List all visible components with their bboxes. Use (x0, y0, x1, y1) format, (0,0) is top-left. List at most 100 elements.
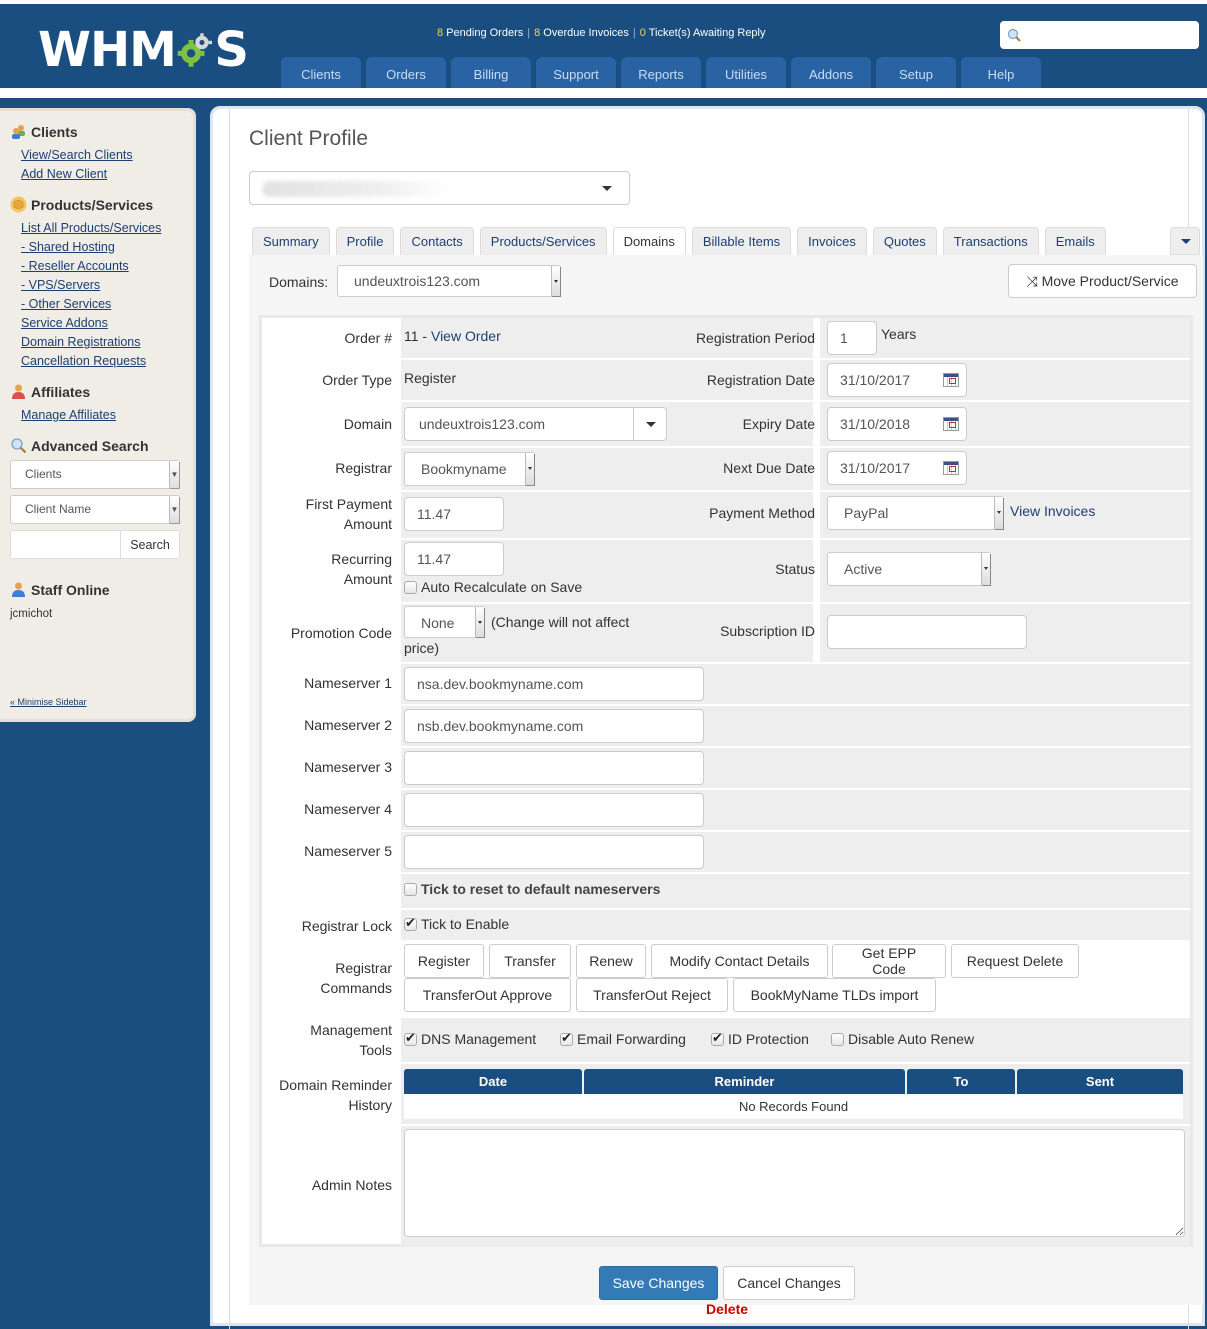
expiry-date-input[interactable]: 31/10/2018 (827, 407, 967, 441)
overdue-invoices-link[interactable]: 8 Overdue Invoices (534, 27, 629, 39)
nameserver-3-input[interactable] (404, 751, 704, 785)
tab-contacts[interactable]: Contacts (400, 227, 474, 255)
reset-nameservers-option[interactable]: Tick to reset to default nameservers (404, 881, 660, 897)
id-protection-option[interactable]: ID Protection (711, 1030, 809, 1047)
transfer-command-button[interactable]: Transfer (489, 944, 571, 978)
dns-management-option[interactable]: DNS Management (404, 1030, 536, 1047)
column-header-sent[interactable]: Sent (1017, 1069, 1183, 1094)
view-invoices-link[interactable]: View Invoices (1010, 503, 1095, 519)
sidebar-service-addons[interactable]: Service Addons (21, 314, 193, 333)
recurring-amount-input[interactable] (404, 542, 504, 576)
tab-transactions[interactable]: Transactions (942, 227, 1039, 255)
registrar-select[interactable]: Bookmyname (404, 452, 535, 486)
logo-text: WHM (38, 22, 177, 78)
admin-notes-textarea[interactable] (404, 1129, 1185, 1237)
subscription-id-input[interactable] (827, 615, 1027, 649)
column-header-date[interactable]: Date (404, 1069, 582, 1094)
promotion-code-select[interactable]: None (404, 606, 485, 638)
nameserver-1-input[interactable] (404, 667, 704, 701)
first-payment-amount-input[interactable] (404, 497, 504, 531)
advanced-search-button[interactable]: Search (121, 531, 179, 558)
sidebar-vps-servers[interactable]: - VPS/Servers (21, 276, 193, 295)
nav-clients[interactable]: Clients (281, 57, 361, 92)
advanced-search-field-select[interactable]: Client Name ▼ (10, 495, 180, 524)
registrar-commands-label: Registrar Commands (320, 960, 392, 996)
column-header-reminder[interactable]: Reminder (584, 1069, 905, 1094)
registrar-lock-checkbox[interactable] (404, 915, 417, 931)
tab-domains[interactable]: Domains (612, 227, 686, 255)
more-tabs-dropdown[interactable] (1170, 227, 1200, 255)
calendar-icon[interactable] (943, 461, 959, 475)
request-delete-button[interactable]: Request Delete (951, 944, 1079, 978)
disable-auto-renew-checkbox[interactable] (831, 1033, 844, 1046)
sidebar-reseller-accounts[interactable]: - Reseller Accounts (21, 257, 193, 276)
payment-method-select[interactable]: PayPal (827, 496, 1004, 530)
nav-setup[interactable]: Setup (876, 57, 956, 92)
sidebar-shared-hosting[interactable]: - Shared Hosting (21, 238, 193, 257)
tab-invoices[interactable]: Invoices (797, 227, 867, 255)
tab-profile[interactable]: Profile (335, 227, 395, 255)
sidebar-view-search-clients[interactable]: View/Search Clients (21, 146, 193, 165)
registration-date-input[interactable]: 31/10/2017 (827, 363, 967, 397)
bookmyname-tlds-import-button[interactable]: BookMyName TLDs import (733, 978, 936, 1012)
nav-reports[interactable]: Reports (621, 57, 701, 92)
column-header-to[interactable]: To (907, 1069, 1015, 1094)
view-order-link[interactable]: View Order (431, 328, 501, 344)
whmcs-logo[interactable]: WHM S (38, 22, 249, 78)
sidebar-add-new-client[interactable]: Add New Client (21, 165, 193, 184)
client-select[interactable] (249, 171, 630, 205)
minimise-sidebar-link[interactable]: « Minimise Sidebar (10, 697, 87, 707)
dns-management-checkbox[interactable] (404, 1030, 417, 1046)
transferout-reject-button[interactable]: TransferOut Reject (576, 978, 728, 1012)
auto-recalculate-checkbox[interactable] (404, 581, 417, 594)
registrar-lock-option[interactable]: Tick to Enable (404, 915, 509, 932)
tab-summary[interactable]: Summary (252, 227, 330, 255)
email-forwarding-option[interactable]: Email Forwarding (560, 1030, 686, 1047)
registration-period-input[interactable] (827, 321, 877, 355)
tab-products-services[interactable]: Products/Services (479, 227, 607, 255)
status-select[interactable]: Active (827, 552, 991, 586)
nav-billing[interactable]: Billing (451, 57, 531, 92)
nav-orders[interactable]: Orders (366, 57, 446, 92)
nameserver-2-input[interactable] (404, 709, 704, 743)
renew-command-button[interactable]: Renew (576, 944, 646, 978)
nameserver-4-input[interactable] (404, 793, 704, 827)
sidebar-domain-registrations[interactable]: Domain Registrations (21, 333, 193, 352)
sidebar-cancellation-requests[interactable]: Cancellation Requests (21, 352, 193, 371)
cancel-changes-button[interactable]: Cancel Changes (723, 1266, 855, 1300)
advanced-search-input[interactable] (11, 531, 121, 558)
sidebar-other-services[interactable]: - Other Services (21, 295, 193, 314)
email-forwarding-checkbox[interactable] (560, 1030, 573, 1046)
calendar-icon[interactable] (943, 373, 959, 387)
delete-link[interactable]: Delete (706, 1301, 748, 1317)
tab-emails[interactable]: Emails (1044, 227, 1106, 255)
sidebar-list-all-products[interactable]: List All Products/Services (21, 219, 193, 238)
pending-orders-link[interactable]: 8 Pending Orders (437, 27, 523, 39)
nameserver-5-input[interactable] (404, 835, 704, 869)
nav-utilities[interactable]: Utilities (706, 57, 786, 92)
tab-billable-items[interactable]: Billable Items (691, 227, 792, 255)
tickets-awaiting-link[interactable]: 0 Ticket(s) Awaiting Reply (640, 27, 766, 39)
move-product-service-button[interactable]: ⤨ Move Product/Service (1008, 264, 1197, 298)
tab-quotes[interactable]: Quotes (872, 227, 937, 255)
disable-auto-renew-option[interactable]: Disable Auto Renew (831, 1031, 974, 1047)
reset-nameservers-checkbox[interactable] (404, 883, 417, 896)
transferout-approve-button[interactable]: TransferOut Approve (404, 978, 571, 1012)
nav-help[interactable]: Help (961, 57, 1041, 92)
nav-support[interactable]: Support (536, 57, 616, 92)
advanced-search-type-select[interactable]: Clients ▼ (10, 460, 180, 489)
next-due-date-input[interactable]: 31/10/2017 (827, 451, 967, 485)
get-epp-code-button[interactable]: Get EPP Code (832, 944, 946, 978)
register-command-button[interactable]: Register (404, 944, 484, 978)
sidebar-manage-affiliates[interactable]: Manage Affiliates (21, 406, 193, 425)
save-changes-button[interactable]: Save Changes (599, 1266, 718, 1300)
domains-select[interactable]: undeuxtrois123.com (337, 265, 561, 297)
nav-addons[interactable]: Addons (791, 57, 871, 92)
modify-contact-details-button[interactable]: Modify Contact Details (651, 944, 828, 978)
id-protection-checkbox[interactable] (711, 1030, 724, 1046)
expiry-date-label: Expiry Date (742, 416, 815, 432)
global-search-input[interactable] (1000, 21, 1199, 49)
calendar-icon[interactable] (943, 417, 959, 431)
domain-combobox[interactable]: undeuxtrois123.com (404, 407, 667, 441)
auto-recalculate-option[interactable]: Auto Recalculate on Save (404, 579, 582, 595)
